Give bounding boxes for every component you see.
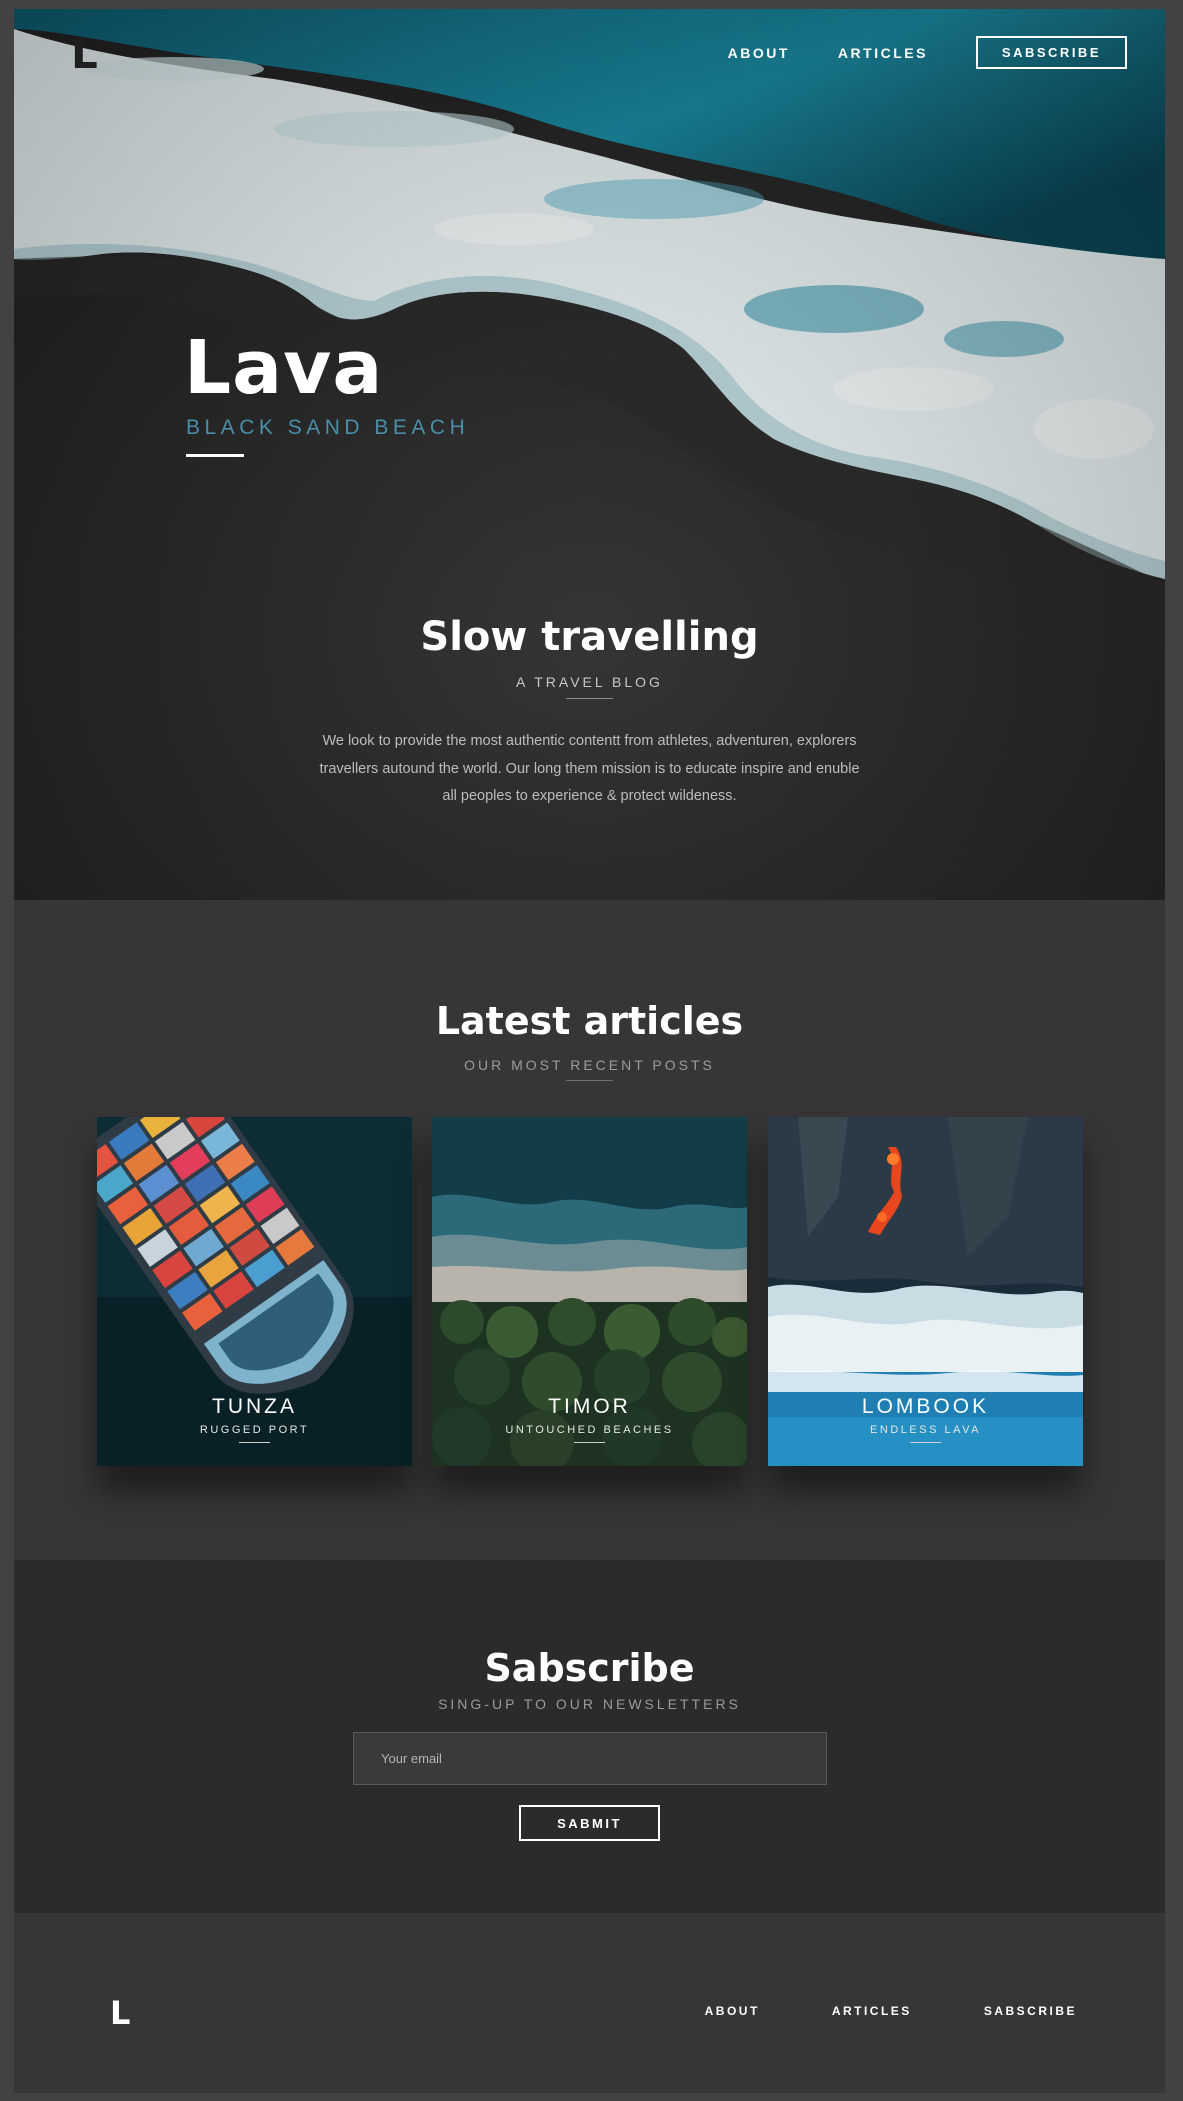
nav-link-about[interactable]: ABOUT	[728, 45, 790, 61]
article-divider	[910, 1442, 941, 1443]
footer-link-about[interactable]: ABOUT	[705, 2004, 760, 2018]
email-input[interactable]	[353, 1732, 827, 1785]
hero-title: Lava	[184, 325, 384, 411]
article-subtitle: UNTOUCHED BEACHES	[505, 1424, 674, 1436]
articles-subtitle: OUR MOST RECENT POSTS	[464, 1057, 715, 1073]
intro-text: We look to provide the most authentic co…	[319, 733, 860, 804]
articles-section: Latest articles OUR MOST RECENT POSTS TU…	[14, 900, 1165, 1560]
hero-section: L ABOUT ARTICLES SABSCRIBE Lava BLACK SA…	[14, 9, 1165, 900]
intro-divider	[566, 698, 613, 699]
subscribe-title: Sabscribe	[484, 1646, 695, 1690]
footer-nav: ABOUT ARTICLES SABSCRIBE	[633, 2004, 1077, 2018]
article-card-timor[interactable]: TIMOR UNTOUCHED BEACHES	[432, 1117, 747, 1466]
hero-divider	[186, 454, 244, 457]
header-nav: ABOUT ARTICLES SABSCRIBE	[728, 36, 1127, 69]
page: L ABOUT ARTICLES SABSCRIBE Lava BLACK SA…	[14, 9, 1165, 2093]
intro-subtitle: A TRAVEL BLOG	[516, 674, 663, 690]
header-logo[interactable]: L	[71, 33, 98, 75]
articles-title: Latest articles	[435, 999, 744, 1043]
article-title: LOMBOOK	[861, 1395, 990, 1418]
article-title: TUNZA	[212, 1395, 297, 1418]
nav-link-articles[interactable]: ARTICLES	[838, 45, 928, 61]
article-subtitle: ENDLESS LAVA	[870, 1424, 981, 1436]
article-title: TIMOR	[548, 1395, 631, 1418]
footer-link-articles[interactable]: ARTICLES	[832, 2004, 912, 2018]
article-divider	[239, 1442, 270, 1443]
articles-divider	[566, 1080, 613, 1081]
article-subtitle: RUGGED PORT	[199, 1424, 310, 1436]
hero-subtitle: BLACK SAND BEACH	[186, 416, 470, 439]
intro-title: Slow travelling	[420, 614, 759, 660]
footer-logo[interactable]: L	[110, 1997, 130, 2029]
article-card-lombook[interactable]: LOMBOOK ENDLESS LAVA	[768, 1117, 1083, 1466]
subscribe-nav-button[interactable]: SABSCRIBE	[975, 36, 1127, 69]
article-card-tunza[interactable]: TUNZA RUGGED PORT	[97, 1117, 412, 1466]
footer: L ABOUT ARTICLES SABSCRIBE	[14, 1913, 1165, 2093]
submit-button[interactable]: SABMIT	[519, 1805, 660, 1841]
subscribe-section: Sabscribe SING-UP TO OUR NEWSLETTERS SAB…	[14, 1560, 1165, 1913]
footer-link-subscribe[interactable]: SABSCRIBE	[984, 2004, 1077, 2018]
article-divider	[574, 1442, 605, 1443]
subscribe-subtitle: SING-UP TO OUR NEWSLETTERS	[438, 1696, 741, 1712]
